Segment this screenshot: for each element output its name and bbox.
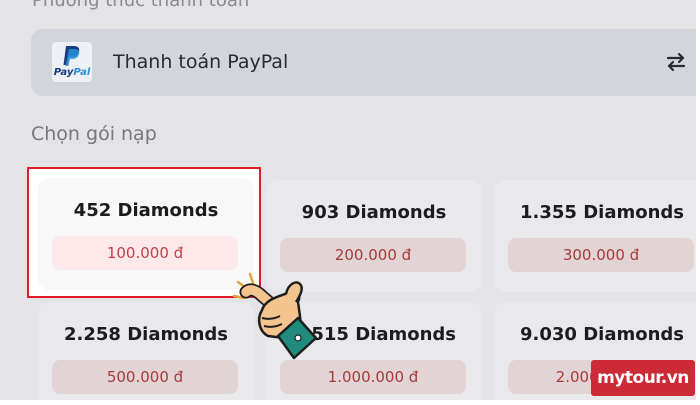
payment-section-title: Phương thức thanh toán (32, 0, 250, 11)
package-amount: 1.355 Diamonds (520, 202, 684, 223)
paypal-wordmark: PayPal (52, 67, 92, 78)
pointing-hand-icon (232, 272, 318, 360)
package-amount: 452 Diamonds (73, 200, 219, 221)
payment-method-selector[interactable]: PayPal Thanh toán PayPal (31, 29, 696, 96)
paypal-p-icon (63, 46, 80, 66)
package-card-1355[interactable]: 1.355 Diamonds 300.000 đ (494, 180, 696, 292)
package-amount: 2.258 Diamonds (64, 324, 228, 345)
package-section-title: Chọn gói nạp (31, 123, 157, 145)
paypal-logo: PayPal (52, 42, 92, 82)
package-price: 300.000 đ (508, 238, 694, 272)
swap-arrows-icon[interactable] (665, 51, 687, 73)
paypal-wordmark-pay: Pay (53, 67, 74, 78)
screenshot-frame: Phương thức thanh toán PayPal Thanh toán… (0, 0, 700, 405)
paypal-wordmark-pal: Pal (73, 67, 91, 78)
package-card-2258[interactable]: 2.258 Diamonds 500.000 đ (38, 302, 254, 400)
mytour-watermark: mytour.vn (591, 360, 695, 396)
package-amount: 903 Diamonds (301, 202, 447, 223)
payment-method-label: Thanh toán PayPal (113, 51, 289, 73)
package-amount: 9.030 Diamonds (520, 324, 684, 345)
package-price: 100.000 đ (52, 236, 238, 270)
package-card-452[interactable]: 452 Diamonds 100.000 đ (38, 178, 254, 290)
package-price: 200.000 đ (280, 238, 466, 272)
package-price: 500.000 đ (52, 360, 238, 394)
